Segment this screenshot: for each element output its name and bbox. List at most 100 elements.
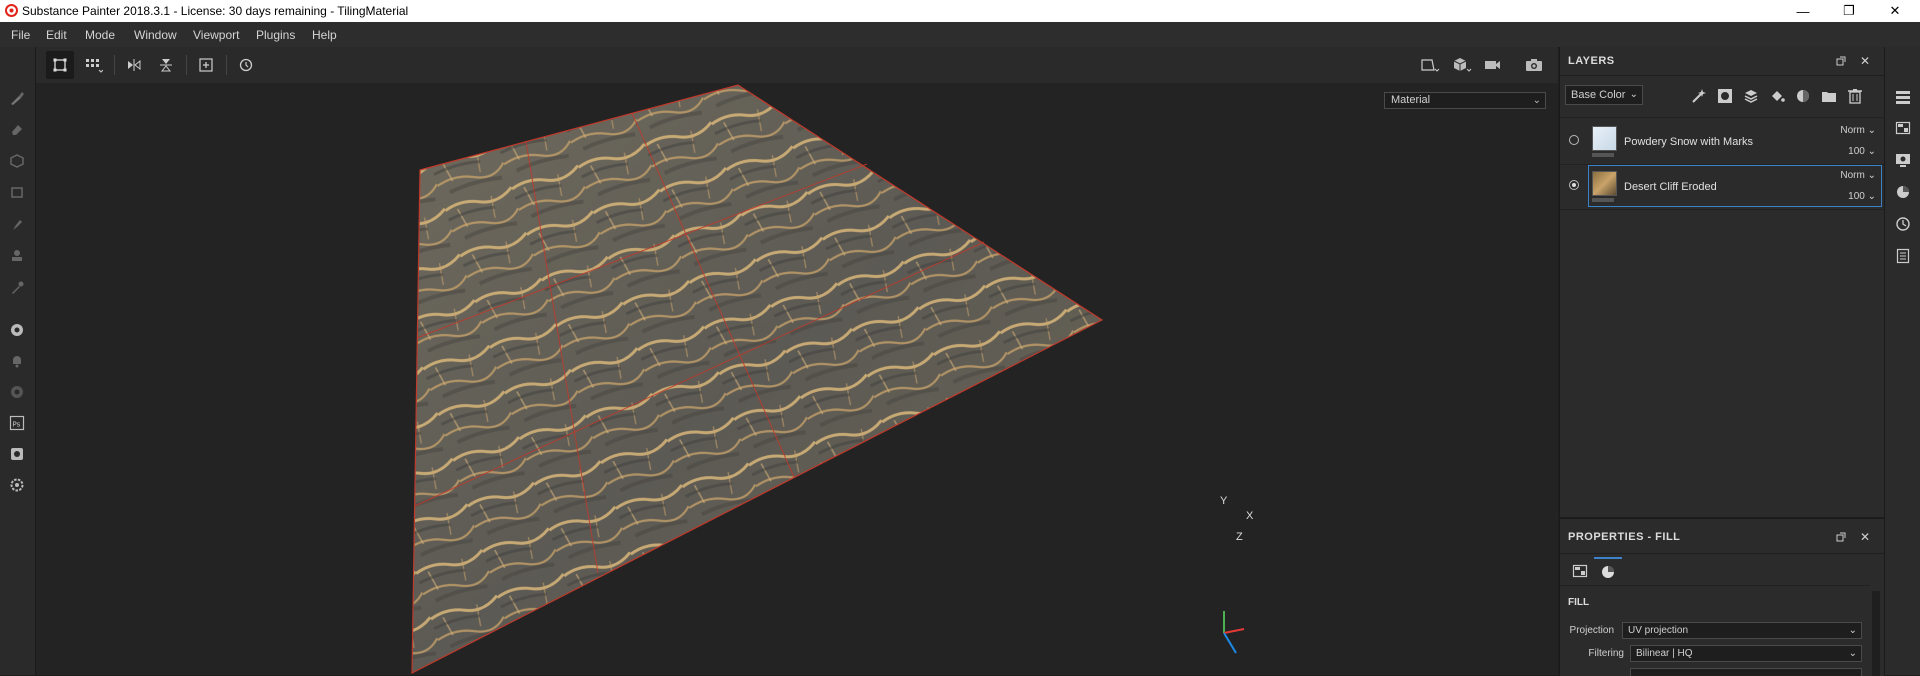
uv-tile-mode-button[interactable] [46,51,74,79]
texture-set-list-icon[interactable] [1894,119,1912,137]
layers-panel-title: LAYERS [1568,55,1615,67]
opacity-select[interactable]: 100 ⌄ [1848,191,1876,202]
title-bar: Substance Painter 2018.3.1 - License: 30… [0,0,1920,22]
maximize-button[interactable]: ❐ [1826,0,1872,22]
layers-panel: LAYERS ✕ Base Color ⌄ Powdery Snow with … [1559,47,1884,517]
polygon-fill-icon[interactable] [6,182,28,204]
projection-tool-icon[interactable] [6,150,28,172]
layer-name: Powdery Snow with Marks [1624,136,1753,148]
main-toolbar [36,47,1558,83]
channel-value: Base Color [1571,89,1626,101]
shelf-materials-icon[interactable] [6,319,28,341]
paint-brush-icon[interactable] [6,87,28,109]
menu-plugins[interactable]: Plugins [256,28,295,42]
layer-mask-bar [1592,153,1614,157]
properties-panel: PROPERTIES - FILL ✕ FILL Projection UV p… [1559,518,1884,676]
tab-texture-set-settings[interactable] [1566,557,1594,585]
mirror-vertical-icon[interactable] [152,51,180,79]
menu-bar: File Edit Mode Window Viewport Plugins H… [0,22,1920,48]
camera-video-icon[interactable] [1480,51,1508,79]
menu-help[interactable]: Help [312,28,337,42]
layer-name: Desert Cliff Eroded [1624,181,1717,193]
settings-gear-icon[interactable] [6,474,28,496]
toolbar-separator [114,55,115,75]
camera-perspective-icon[interactable] [1416,51,1444,79]
properties-scrollbar[interactable] [1872,591,1880,676]
opacity-select[interactable]: 100 ⌄ [1848,146,1876,157]
chevron-down-icon: ⌄ [1629,89,1638,100]
color-picker-icon[interactable] [6,277,28,299]
add-layer-icon[interactable] [1742,87,1760,105]
screenshot-camera-icon[interactable] [1520,51,1548,79]
channel-select[interactable]: Base Color ⌄ [1565,85,1643,105]
close-window-button[interactable]: ✕ [1872,0,1918,22]
clone-stamp-icon[interactable] [6,245,28,267]
delete-layer-trash-icon[interactable] [1846,87,1864,105]
add-smart-material-icon[interactable] [1794,87,1812,105]
properties-panel-title: PROPERTIES - FILL [1568,531,1681,543]
layer-thumbnail [1592,171,1617,196]
blend-mode-select[interactable]: Norm ⌄ [1840,170,1876,181]
layer-divider [1560,209,1884,210]
layers-panel-header: LAYERS ✕ [1560,47,1884,76]
add-bake-icon[interactable] [192,51,220,79]
fill-section-title: FILL [1568,597,1590,608]
close-panel-icon[interactable]: ✕ [1858,54,1872,68]
layers-stack-icon[interactable] [1894,88,1912,106]
eraser-icon[interactable] [6,118,28,140]
right-dock-bar [1884,47,1920,675]
menu-edit[interactable]: Edit [46,28,67,42]
projection-label: Projection [1569,625,1614,636]
toolbar-separator [186,55,187,75]
history-reset-icon[interactable] [232,51,260,79]
display-mode-value: Material [1391,94,1431,106]
photoshop-export-icon[interactable]: Ps [6,412,28,434]
display-mode-select[interactable]: Material ⌄ [1384,92,1546,109]
axis-gizmo [1223,611,1245,654]
layer-thumbnail [1592,126,1617,151]
shader-settings-icon[interactable] [1894,183,1912,201]
filtering-value: Bilinear | HQ [1636,648,1693,659]
chevron-down-icon: ⌄ [1532,95,1541,106]
grid-symmetry-icon[interactable] [80,51,108,79]
display-mode-cube-icon[interactable] [1448,51,1476,79]
filtering-label: Filtering [1588,648,1624,659]
axis-y-label: Y [1220,495,1228,507]
undock-panel-icon[interactable] [1834,530,1848,544]
add-fill-layer-icon[interactable] [1768,87,1786,105]
menu-window[interactable]: Window [134,28,177,42]
log-document-icon[interactable] [1894,247,1912,265]
notifications-bell-icon[interactable] [6,350,28,372]
properties-panel-header: PROPERTIES - FILL ✕ [1560,519,1884,554]
chevron-down-icon: ⌄ [1848,625,1857,636]
left-toolbar: Ps [0,47,36,675]
tab-fill-material[interactable] [1594,557,1622,585]
mirror-horizontal-icon[interactable] [120,51,148,79]
blend-mode-select[interactable]: Norm ⌄ [1840,125,1876,136]
3d-viewport[interactable]: Y X Z Material ⌄ [36,83,1558,675]
display-settings-icon[interactable] [1894,151,1912,169]
close-panel-icon[interactable]: ✕ [1858,530,1872,544]
add-effect-icon[interactable] [1690,87,1708,105]
minimize-button[interactable]: — [1780,0,1826,22]
menu-mode[interactable]: Mode [85,28,115,42]
add-folder-icon[interactable] [1820,87,1838,105]
tiling-plane-render [411,84,1245,674]
smudge-icon[interactable] [6,214,28,236]
layer-row-powdery-snow[interactable]: Powdery Snow with Marks Norm ⌄ 100 ⌄ [1560,120,1884,164]
chevron-down-icon: ⌄ [1848,648,1857,659]
history-clock-icon[interactable] [1894,215,1912,233]
projection-value: UV projection [1628,625,1689,636]
export-textures-icon[interactable] [6,443,28,465]
undock-panel-icon[interactable] [1834,54,1848,68]
menu-viewport[interactable]: Viewport [193,28,239,42]
filtering-select[interactable]: Bilinear | HQ ⌄ [1630,645,1862,662]
visibility-toggle[interactable] [1569,180,1579,190]
menu-file[interactable]: File [11,28,30,42]
layer-row-desert-cliff[interactable]: Desert Cliff Eroded Norm ⌄ 100 ⌄ [1560,165,1884,209]
visibility-toggle[interactable] [1569,135,1579,145]
toolbar-separator [226,55,227,75]
add-mask-icon[interactable] [1716,87,1734,105]
substance-source-icon[interactable] [6,381,28,403]
projection-select[interactable]: UV projection ⌄ [1622,622,1862,639]
